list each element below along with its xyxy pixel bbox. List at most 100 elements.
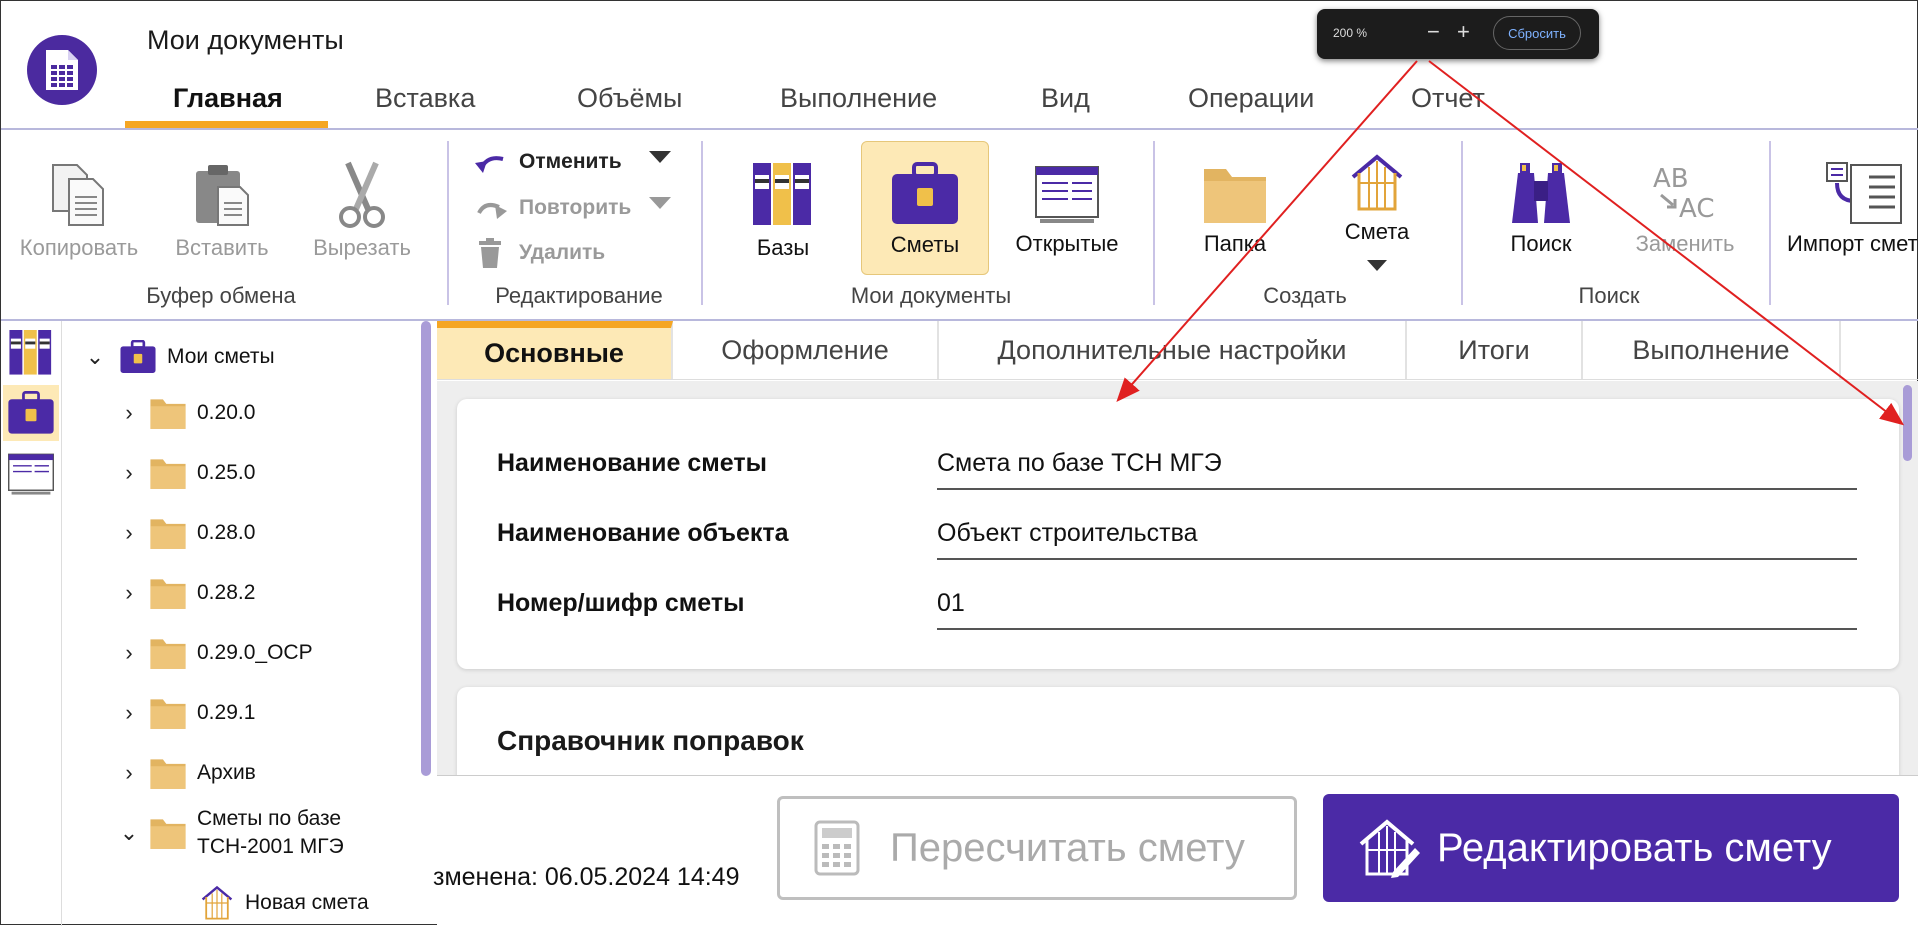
tab-operations[interactable]: Операции [1188, 83, 1314, 127]
tree-estimate-item[interactable]: Новая смета [199, 881, 369, 925]
cut-button[interactable]: Вырезать [307, 161, 417, 261]
tab-design[interactable]: Оформление [673, 321, 939, 379]
chevron-right-icon[interactable]: › [119, 640, 139, 666]
copy-label: Копировать [19, 235, 139, 260]
folder-icon [149, 396, 187, 430]
tab-volumes[interactable]: Объёмы [577, 83, 682, 127]
undo-label: Отменить [519, 150, 622, 173]
import-estimates-button[interactable]: Импорт смет [1785, 161, 1918, 257]
chevron-right-icon[interactable]: › [119, 400, 139, 426]
delete-button[interactable]: Удалить [477, 237, 677, 269]
house-frame-icon [201, 885, 233, 920]
tree-folder-label: 0.25.0 [197, 461, 256, 484]
chevron-right-icon[interactable]: › [119, 760, 139, 786]
create-folder-button[interactable]: Папка [1193, 161, 1277, 257]
estimate-info-card: Наименование сметы Смета по базе ТСН МГЭ… [457, 399, 1899, 669]
svg-text:AB: AB [1653, 164, 1689, 194]
tree-folder-label: 0.28.0 [197, 521, 256, 544]
redo-label: Повторить [519, 196, 632, 219]
open-docs-button[interactable]: Открытые [1011, 161, 1123, 257]
create-folder-label: Папка [1203, 231, 1267, 256]
copy-button[interactable]: Копировать [15, 161, 143, 261]
bases-button[interactable]: Базы [743, 161, 823, 261]
rail-bases-icon[interactable] [3, 325, 59, 381]
header-divider [1, 128, 1918, 130]
undo-button[interactable]: Отменить [473, 147, 673, 177]
tree-folder-item[interactable]: ⌄ Сметы по базе ТСН-2001 МГЭ [119, 803, 344, 863]
folder-icon [150, 759, 186, 789]
tab-general[interactable]: Основные [437, 321, 673, 379]
find-button[interactable]: Поиск [1501, 161, 1581, 257]
estimates-button[interactable]: Сметы [861, 141, 989, 275]
chevron-right-icon[interactable]: › [119, 460, 139, 486]
app-title: Мои документы [147, 25, 344, 55]
tree-folder-item[interactable]: › 0.29.1 [119, 683, 255, 743]
folder-icon [149, 696, 187, 730]
estimate-number-label: Номер/шифр сметы [497, 589, 745, 617]
rail-open-docs-icon[interactable] [3, 445, 59, 501]
content-area: Наименование сметы Смета по базе ТСН МГЭ… [437, 381, 1918, 787]
estimate-number-field[interactable]: 01 [937, 589, 1857, 630]
zoom-reset-button[interactable]: Сбросить [1493, 16, 1581, 50]
chevron-right-icon[interactable]: › [119, 700, 139, 726]
chevron-right-icon[interactable]: › [119, 520, 139, 546]
group-label-clipboard: Буфер обмена [146, 283, 296, 308]
paste-label: Вставить [175, 235, 269, 260]
tree-folder-item[interactable]: › 0.25.0 [119, 443, 255, 503]
chevron-down-icon[interactable]: ⌄ [119, 820, 139, 846]
tree-root[interactable]: ⌄ Мои сметы [85, 327, 275, 387]
zoom-in-button[interactable]: + [1457, 19, 1470, 45]
tree-folder-item[interactable]: › 0.28.0 [119, 503, 255, 563]
tree-folder-label: Архив [197, 761, 256, 784]
app-logo[interactable] [27, 35, 97, 105]
ribbon-separator [701, 141, 703, 305]
zoom-out-button[interactable]: − [1427, 19, 1440, 45]
calculator-icon [814, 820, 860, 876]
estimates-label: Сметы [890, 232, 960, 257]
open-docs-label: Открытые [1015, 231, 1119, 256]
svg-text:AC: AC [1679, 194, 1714, 224]
folder-icon [149, 636, 187, 670]
redo-button[interactable]: Повторить [473, 193, 673, 223]
object-name-field[interactable]: Объект строительства [937, 519, 1857, 560]
redo-dropdown-chevron-icon[interactable] [649, 197, 671, 216]
undo-dropdown-chevron-icon[interactable] [649, 151, 671, 170]
estimate-name-label: Наименование сметы [497, 449, 767, 477]
tab-execution[interactable]: Выполнение [780, 83, 937, 127]
copy-icon [52, 164, 104, 226]
group-label-create: Создать [1263, 283, 1347, 308]
tree-folder-item[interactable]: › 0.29.0_ОСР [119, 623, 313, 683]
tree-folder-item[interactable]: › 0.20.0 [119, 383, 255, 443]
tab-execution-content[interactable]: Выполнение [1583, 321, 1841, 379]
tab-view[interactable]: Вид [1041, 83, 1090, 127]
find-label: Поиск [1510, 231, 1572, 256]
ribbon-separator [1153, 141, 1155, 305]
zoom-level: 200 % [1333, 26, 1368, 40]
tab-additional-settings[interactable]: Дополнительные настройки [939, 321, 1407, 379]
tree-folder-label: Сметы по базе ТСН-2001 МГЭ [197, 807, 344, 858]
tab-totals[interactable]: Итоги [1407, 321, 1583, 379]
replace-label: Заменить [1635, 231, 1735, 256]
trash-icon [479, 238, 501, 268]
tree-folder-item[interactable]: › 0.28.2 [119, 563, 255, 623]
rail-estimates-icon[interactable] [3, 385, 59, 441]
active-tab-indicator [125, 121, 328, 128]
zoom-popup: 200 % − + Сбросить [1317, 9, 1599, 59]
paste-button[interactable]: Вставить [169, 161, 275, 261]
chevron-down-icon[interactable]: ⌄ [85, 344, 105, 370]
content-scrollbar[interactable] [1903, 385, 1912, 461]
tab-report[interactable]: Отчет [1411, 83, 1485, 127]
tree-scrollbar[interactable] [421, 321, 431, 776]
tab-insert[interactable]: Вставка [375, 83, 475, 127]
replace-button[interactable]: AB AC Заменить [1627, 161, 1743, 257]
tree-folder-item[interactable]: › Архив [119, 743, 256, 803]
estimate-name-field[interactable]: Смета по базе ТСН МГЭ [937, 449, 1857, 490]
create-estimate-dropdown-chevron-icon[interactable] [1367, 259, 1387, 277]
edit-estimate-button[interactable]: Редактировать смету [1323, 794, 1899, 902]
recalculate-button[interactable]: Пересчитать смету [777, 796, 1297, 900]
chevron-right-icon[interactable]: › [119, 580, 139, 606]
folder-icon [149, 456, 187, 490]
folder-icon [149, 516, 187, 550]
create-estimate-button[interactable]: Смета [1337, 153, 1417, 245]
folder-icon [150, 459, 186, 489]
